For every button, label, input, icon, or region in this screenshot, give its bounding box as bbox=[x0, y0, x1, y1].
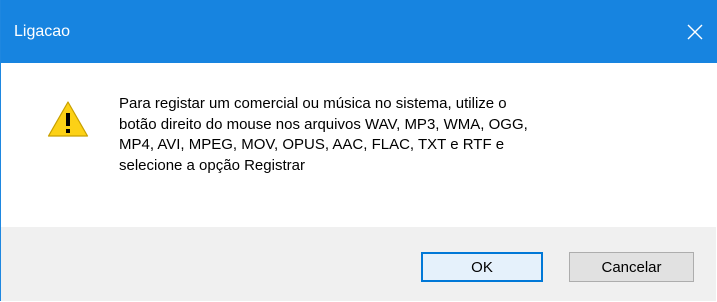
ok-button[interactable]: OK bbox=[421, 252, 543, 282]
close-icon bbox=[687, 24, 703, 39]
dialog-body: Para registar um comercial ou música no … bbox=[1, 63, 717, 227]
window-title: Ligacao bbox=[14, 23, 71, 40]
title-bar[interactable]: Ligacao bbox=[1, 0, 717, 63]
close-button[interactable] bbox=[672, 0, 717, 63]
dialog-window: Ligacao Para registar um comercial ou mú… bbox=[0, 0, 717, 301]
cancel-button[interactable]: Cancelar bbox=[569, 252, 694, 282]
message-line: MP4, AVI, MPEG, MOV, OPUS, AAC, FLAC, TX… bbox=[119, 136, 505, 153]
message-line: botão direito do mouse nos arquivos WAV,… bbox=[119, 115, 528, 133]
button-bar: OK Cancelar bbox=[1, 227, 716, 301]
message-line: Para registar um comercial ou música no … bbox=[119, 95, 507, 112]
message-text: Para registar um comercial ou música no … bbox=[119, 94, 689, 176]
message-line: selecione a opção Registrar bbox=[119, 156, 305, 174]
warning-icon bbox=[47, 101, 89, 137]
